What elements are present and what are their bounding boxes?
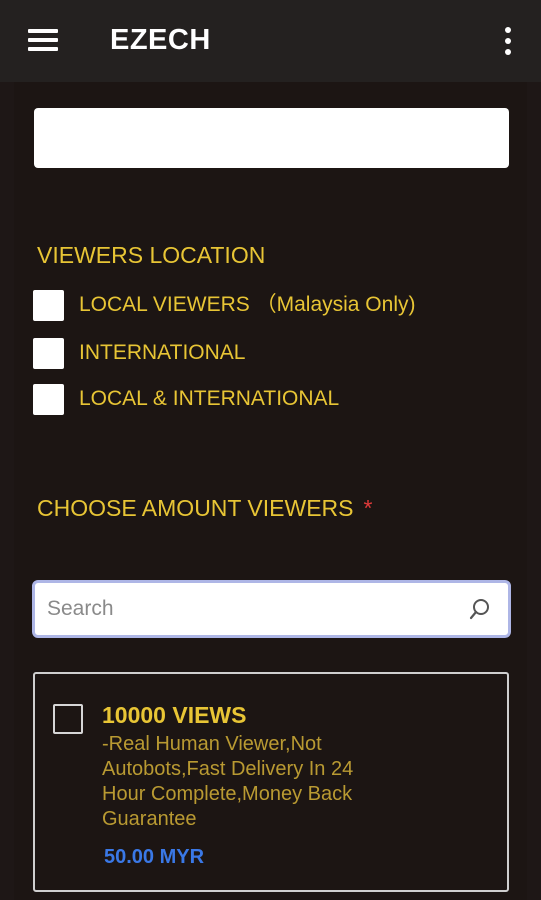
product-checkbox[interactable] xyxy=(53,704,83,734)
app-title: EZECH xyxy=(110,24,211,56)
product-card[interactable]: 10000 VIEWS -Real Human Viewer,Not Autob… xyxy=(33,672,509,892)
product-description: -Real Human Viewer,Not Autobots,Fast Del… xyxy=(102,733,354,830)
local-international-label: LOCAL & INTERNATIONAL xyxy=(79,387,340,410)
vertical-dots-icon[interactable] xyxy=(500,26,516,56)
text-input-field[interactable] xyxy=(34,108,509,168)
local-viewers-label: LOCAL VIEWERS （Malaysia Only) xyxy=(79,293,416,316)
product-price: 50.00 MYR xyxy=(104,846,205,868)
required-asterisk: * xyxy=(363,495,373,521)
choose-amount-heading: CHOOSE AMOUNT VIEWERS * xyxy=(37,494,372,522)
choose-amount-label: CHOOSE AMOUNT VIEWERS xyxy=(37,495,354,521)
hamburger-menu-icon[interactable] xyxy=(28,29,58,51)
viewers-location-heading: VIEWERS LOCATION xyxy=(37,242,266,268)
product-search-box[interactable] xyxy=(32,580,511,638)
international-checkbox[interactable] xyxy=(33,338,64,369)
search-icon[interactable] xyxy=(469,597,491,621)
local-viewers-checkbox[interactable] xyxy=(33,290,64,321)
international-label: INTERNATIONAL xyxy=(79,341,246,364)
search-input[interactable] xyxy=(47,583,457,635)
product-title: 10000 VIEWS xyxy=(102,702,247,728)
local-international-checkbox[interactable] xyxy=(33,384,64,415)
top-app-bar: EZECH xyxy=(0,0,541,82)
